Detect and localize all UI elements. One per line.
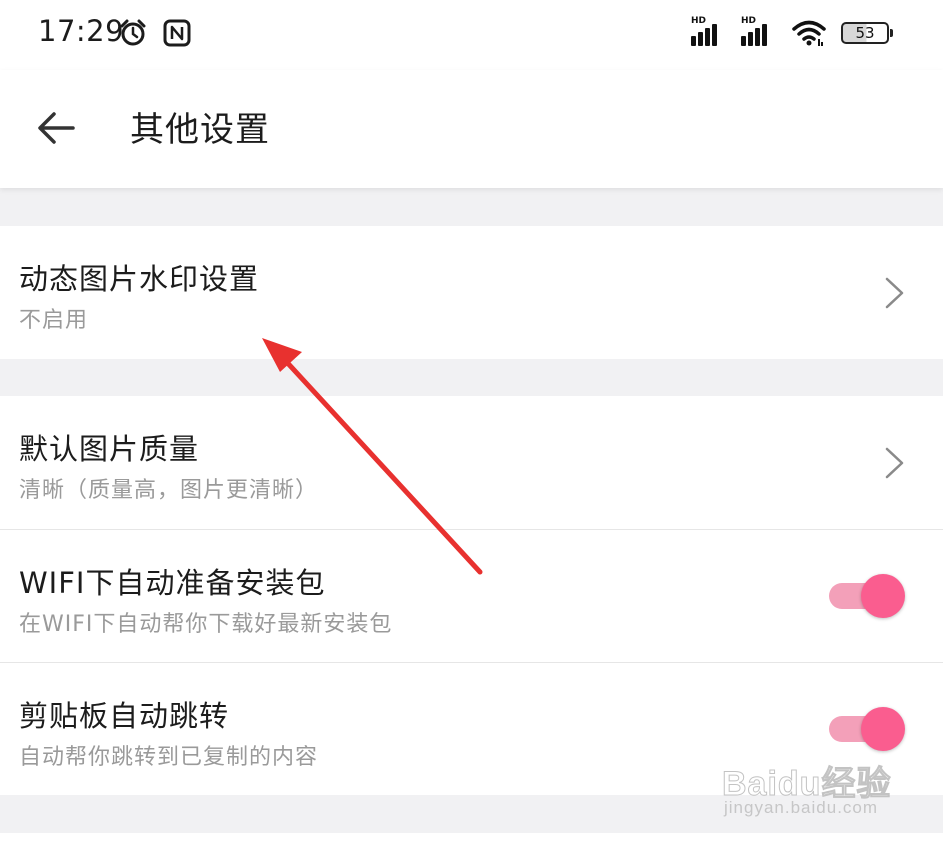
settings-section-2: 默认图片质量 清晰（质量高，图片更清晰） WIFI下自动准备安装包 在WIFI下… [0,396,943,795]
settings-row-default-image-quality[interactable]: 默认图片质量 清晰（质量高，图片更清晰） [0,396,943,529]
arrow-left-icon [38,112,75,144]
chevron-right-icon [885,447,904,479]
back-button[interactable] [30,102,82,154]
row-subtitle: 不启用 [19,308,89,333]
toggle-knob [861,707,905,751]
toggle-knob [861,574,905,618]
settings-section-1: 动态图片水印设置 不启用 [0,226,943,359]
status-time: 17:29 [38,14,125,48]
row-title: 默认图片质量 [19,432,200,466]
app-header: 其他设置 [0,70,943,188]
row-subtitle: 在WIFI下自动帮你下载好最新安装包 [19,612,393,637]
clipboard-auto-jump-toggle[interactable] [829,707,905,751]
page-title: 其他设置 [130,110,270,150]
battery-icon: 53 [841,22,893,44]
row-title: 剪贴板自动跳转 [19,699,230,733]
row-subtitle: 自动帮你跳转到已复制的内容 [19,745,319,770]
watermark-url: jingyan.baidu.com [724,798,879,817]
status-right-icons: HD HD 53 [691,16,893,47]
nfc-icon [163,19,191,47]
hd-signal-icon: HD [691,16,727,46]
hd-signal-icon: HD [741,16,777,46]
row-title: 动态图片水印设置 [19,262,260,296]
chevron-right-icon [885,277,904,309]
settings-row-clipboard-auto-jump: 剪贴板自动跳转 自动帮你跳转到已复制的内容 [0,662,943,795]
wifi-icon [792,20,826,46]
settings-row-wifi-auto-download: WIFI下自动准备安装包 在WIFI下自动帮你下载好最新安装包 [0,529,943,662]
settings-row-dynamic-watermark[interactable]: 动态图片水印设置 不启用 [0,226,943,359]
alarm-icon [120,19,146,46]
settings-section-3-partial [0,833,943,843]
status-left-icons [118,18,192,48]
battery-level: 53 [855,24,875,42]
wifi-auto-download-toggle[interactable] [829,574,905,618]
status-bar: 17:29 HD HD 53 [0,0,943,70]
row-subtitle: 清晰（质量高，图片更清晰） [19,478,319,503]
row-title: WIFI下自动准备安装包 [19,566,326,600]
